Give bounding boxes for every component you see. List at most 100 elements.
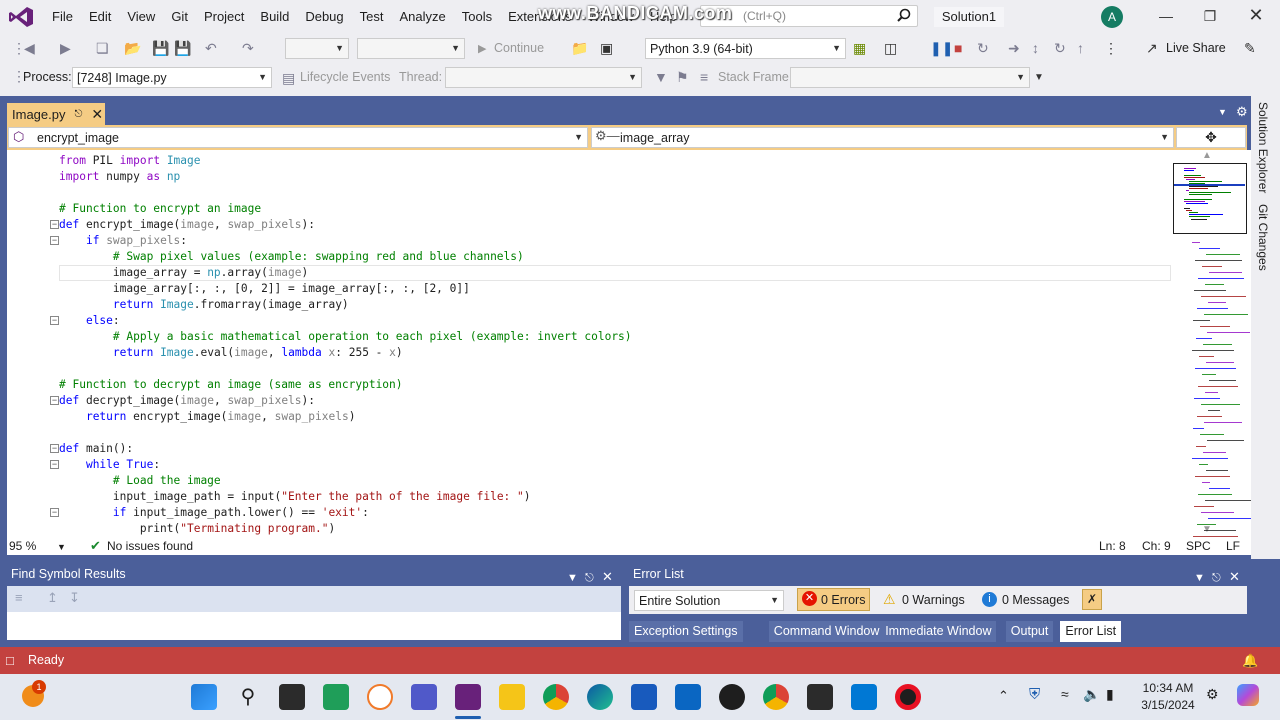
teams-icon[interactable] [411, 684, 437, 710]
menu-tools[interactable]: Tools [454, 0, 500, 34]
config-combo[interactable]: ▼ [285, 38, 349, 59]
list-icon[interactable]: ≡ [15, 590, 23, 605]
panel-close-icon[interactable]: ✕ [602, 566, 613, 587]
zoom-level[interactable]: 95 % [9, 539, 36, 553]
messages-filter-button[interactable]: 0 Messages [1002, 593, 1069, 607]
stop-icon[interactable]: ■ [954, 40, 962, 56]
zoom-dropdown-icon[interactable]: ▼ [57, 542, 66, 552]
restart-icon[interactable]: ↻ [977, 40, 989, 57]
next-icon[interactable]: ↧ [69, 590, 80, 606]
bottom-tab-command-window[interactable]: Command Window [768, 621, 885, 642]
platform-combo[interactable]: ▼ [357, 38, 465, 59]
thread-combo[interactable]: ▼ [445, 67, 642, 88]
menu-file[interactable]: File [44, 0, 81, 34]
show-hidden-icons-icon[interactable]: ⌃ [998, 688, 1009, 704]
step-back-icon[interactable]: ↑ [1077, 40, 1084, 56]
process-combo[interactable]: [7248] Image.py ▼ [72, 67, 272, 88]
code-line[interactable]: def main(): [59, 441, 133, 457]
stack-icon[interactable]: ≡ [700, 69, 708, 85]
code-line[interactable]: input_image_path = input("Enter the path… [59, 489, 531, 505]
fold-toggle[interactable]: − [50, 508, 59, 517]
bottom-tab-output[interactable]: Output [1005, 621, 1054, 642]
lifecycle-events-button[interactable]: Lifecycle Events [300, 70, 390, 84]
notifications-icon[interactable]: 🔔 [1242, 647, 1258, 674]
find-symbol-results[interactable] [7, 612, 621, 640]
issues-status[interactable]: No issues found [107, 539, 193, 553]
step-into-icon[interactable]: ↕ [1032, 40, 1039, 56]
line-ending[interactable]: LF [1226, 539, 1240, 553]
tab-dropdown-icon[interactable]: ▼ [1218, 107, 1227, 117]
warnings-filter-button[interactable]: 0 Warnings [902, 593, 965, 607]
code-line[interactable]: image_array[:, :, [0, 2]] = image_array[… [59, 281, 470, 297]
filter-icon[interactable]: ▼ [654, 69, 668, 85]
feedback-icon[interactable]: ✎ [1244, 40, 1256, 57]
battery-icon[interactable]: ▮ [1106, 686, 1114, 703]
minimize-icon[interactable]: — [1156, 8, 1176, 26]
step-out-icon[interactable]: ↻ [1054, 40, 1066, 57]
redo-icon[interactable]: ↷ [242, 40, 254, 57]
split-editor-icon[interactable]: ✥ [1176, 127, 1246, 148]
taskbar-search-icon[interactable]: ⚲ [235, 684, 261, 710]
pause-icon[interactable]: ❚❚ [930, 40, 953, 57]
document-tab[interactable]: Image.py ⎋ ✕ [7, 103, 105, 125]
build-intellisense-filter-icon[interactable]: ✗ [1082, 589, 1102, 610]
code-line[interactable]: while True: [59, 457, 160, 473]
new-project-icon[interactable]: ❏ [96, 40, 109, 57]
restore-icon[interactable]: ❐ [1200, 8, 1220, 26]
pin-icon[interactable]: ⎋ [74, 109, 82, 120]
screenshot-icon[interactable]: ▣ [600, 40, 613, 57]
undo-icon[interactable]: ↶ [205, 40, 217, 57]
edge-icon[interactable] [587, 684, 613, 710]
panel-close-icon-2[interactable]: ✕ [1229, 566, 1240, 587]
errors-filter-button[interactable]: ✕ 0 Errors [797, 588, 870, 611]
code-line[interactable]: image_array = np.array(image) [59, 265, 308, 281]
bottom-tab-exception-settings[interactable]: Exception Settings [629, 621, 743, 642]
indent-mode[interactable]: SPC [1186, 539, 1211, 553]
continue-button[interactable]: Continue [494, 41, 544, 55]
stack-frame-combo[interactable]: ▼ [790, 67, 1030, 88]
code-line[interactable]: def decrypt_image(image, swap_pixels): [59, 393, 315, 409]
task-view-icon[interactable] [279, 684, 305, 710]
open-folder-icon[interactable]: 📂 [124, 40, 141, 57]
code-line[interactable]: if swap_pixels: [59, 233, 187, 249]
chrome-icon[interactable] [543, 684, 569, 710]
menu-debug[interactable]: Debug [297, 0, 351, 34]
code-line[interactable]: return encrypt_image(image, swap_pixels) [59, 409, 355, 425]
code-line[interactable]: # Function to decrypt an image (same as … [59, 377, 403, 393]
code-line[interactable]: if input_image_path.lower() == 'exit': [59, 505, 369, 521]
layout-icon[interactable]: ◫ [884, 40, 897, 57]
menu-project[interactable]: Project [196, 0, 252, 34]
fold-toggle[interactable]: − [50, 460, 59, 469]
meet-icon[interactable] [323, 684, 349, 710]
code-line[interactable]: def encrypt_image(image, swap_pixels): [59, 217, 315, 233]
security-icon[interactable]: ⛨ [1029, 686, 1040, 703]
code-line[interactable]: # Swap pixel values (example: swapping r… [59, 249, 524, 265]
code-line[interactable]: return Image.eval(image, lambda x: 255 -… [59, 345, 403, 361]
prev-icon[interactable]: ↥ [47, 590, 58, 606]
gear-icon[interactable]: ⚙ [1236, 104, 1248, 120]
linkedin-icon[interactable] [675, 684, 701, 710]
fold-toggle[interactable]: − [50, 236, 59, 245]
toolbar-overflow-icon[interactable]: ⋮ [1104, 40, 1118, 57]
terminal-icon[interactable] [807, 684, 833, 710]
code-line[interactable]: # Load the image [59, 473, 221, 489]
scope-combo[interactable]: Entire Solution ▼ [634, 590, 784, 611]
clock-time[interactable]: 10:34 AM [1138, 681, 1198, 695]
visual-studio-taskbar-icon[interactable] [455, 684, 481, 710]
settings-tray-icon[interactable]: ⚙ [1206, 686, 1219, 703]
bottom-tab-immediate-window[interactable]: Immediate Window [880, 621, 997, 642]
close-tab-icon[interactable]: ✕ [91, 106, 103, 123]
start-menu-icon[interactable] [191, 684, 217, 710]
github-icon[interactable] [719, 684, 745, 710]
word-icon[interactable] [631, 684, 657, 710]
snipping-icon[interactable] [367, 684, 393, 710]
live-share-button[interactable]: Live Share [1166, 41, 1226, 55]
toolbar2-overflow-icon[interactable]: ▼ [1034, 72, 1044, 83]
code-line[interactable]: print("Terminating program.") [59, 521, 335, 537]
forward-icon[interactable]: ▶ [60, 40, 71, 57]
file-explorer-icon[interactable] [499, 684, 525, 710]
menu-view[interactable]: View [119, 0, 163, 34]
menu-git[interactable]: Git [163, 0, 196, 34]
clock-date[interactable]: 3/15/2024 [1138, 698, 1198, 712]
line-number[interactable]: Ln: 8 [1099, 539, 1126, 553]
